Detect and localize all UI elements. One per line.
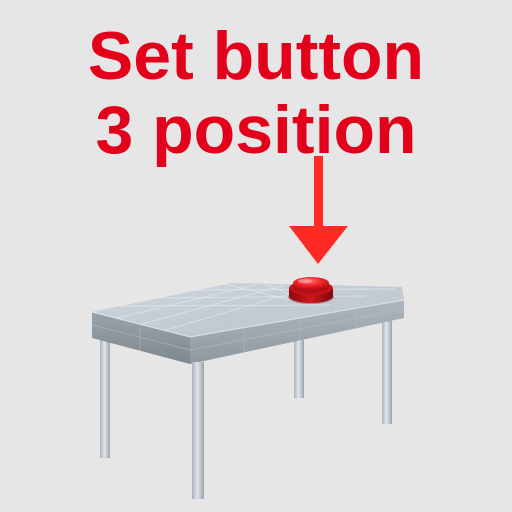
table-leg-back-left	[100, 338, 110, 458]
arrow-down-icon	[289, 156, 348, 264]
table-legs-front	[192, 362, 204, 499]
instruction-line-2: 3 position	[95, 92, 417, 168]
table-top	[91, 283, 405, 364]
table-leg-back-mid	[294, 340, 304, 398]
table-leg-back-right	[382, 312, 392, 424]
table-leg-front-left	[192, 362, 204, 499]
instruction-line-1: Set button	[87, 18, 425, 94]
game-viewport: Set button 3 position	[0, 0, 512, 512]
red-button[interactable]	[288, 277, 334, 304]
